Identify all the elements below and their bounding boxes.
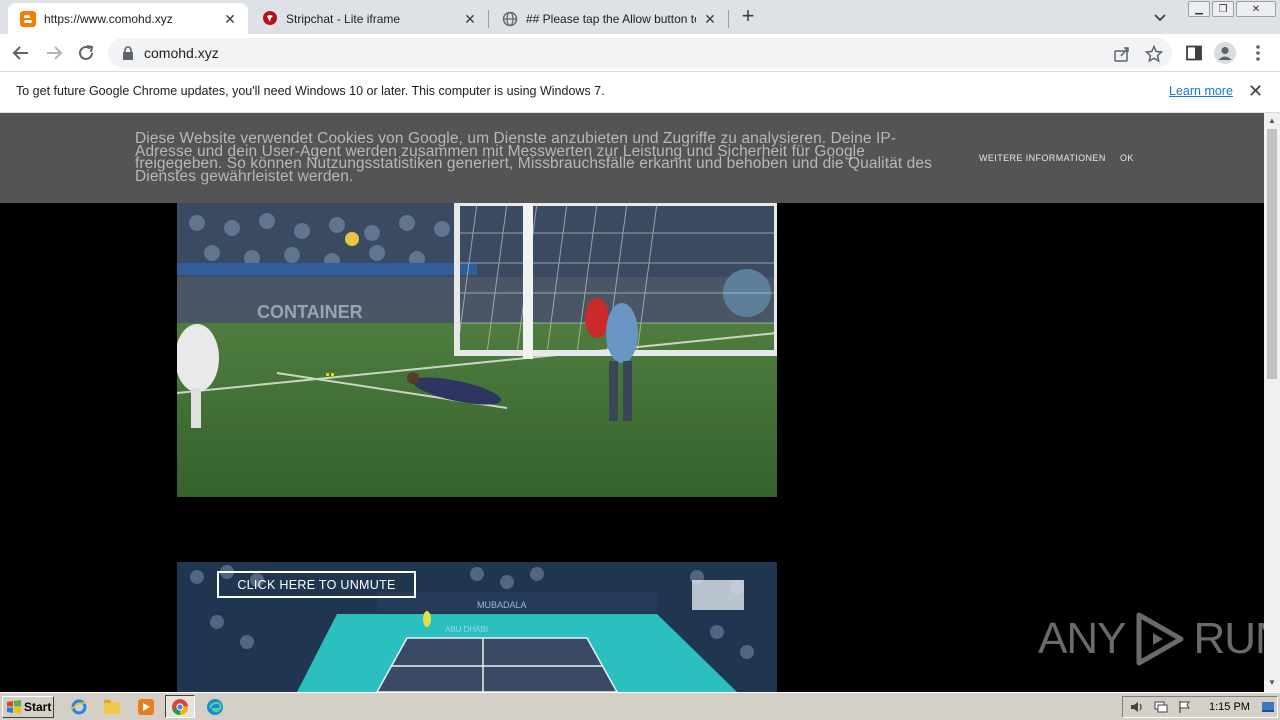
tab-search-chevron-icon[interactable]: [1152, 9, 1168, 25]
share-icon[interactable]: [1113, 45, 1131, 63]
tab-comohd[interactable]: https://www.comohd.xyz ✕: [8, 3, 248, 34]
tab-stripchat[interactable]: Stripchat - Lite iframe ✕: [250, 3, 488, 34]
action-center-flag-icon[interactable]: [1177, 700, 1193, 714]
show-desktop-icon[interactable]: [1261, 700, 1277, 714]
clock[interactable]: 1:15 PM: [1209, 701, 1250, 713]
cookie-banner: Diese Website verwendet Cookies von Goog…: [0, 113, 1264, 203]
page-viewport: CONTAINER MUBADALA ABU DHABI CLICK HERE …: [0, 113, 1264, 692]
start-button[interactable]: Start: [2, 696, 54, 718]
update-infobar: To get future Google Chrome updates, you…: [0, 72, 1280, 113]
windows-logo-icon: [7, 700, 21, 714]
blogger-icon: [20, 10, 36, 27]
new-tab-button[interactable]: +: [738, 5, 758, 27]
anyrun-watermark: ANY RUN: [1038, 609, 1264, 669]
arena-sponsor-text: MUBADALA: [477, 600, 527, 610]
windows-taskbar: Start 1:15 PM: [0, 692, 1280, 720]
page-scrollbar[interactable]: ▲ ▼: [1264, 113, 1280, 692]
url-text: comohd.xyz: [144, 45, 219, 61]
close-window-button[interactable]: ✕: [1236, 1, 1276, 17]
cookie-ok-button[interactable]: OK: [1120, 153, 1134, 163]
play-logo-icon: [1136, 612, 1184, 666]
ie-icon[interactable]: [69, 697, 89, 717]
tab-title: https://www.comohd.xyz: [44, 11, 173, 26]
cookie-text: Diese Website verwendet Cookies von Goog…: [135, 130, 932, 185]
start-label: Start: [24, 700, 52, 714]
minimize-button[interactable]: ▁: [1188, 1, 1210, 17]
edge-icon[interactable]: [205, 697, 225, 717]
tab-title: Stripchat - Lite iframe: [286, 11, 401, 26]
address-bar[interactable]: comohd.xyz: [108, 38, 1172, 68]
watermark-right-text: RUN: [1193, 614, 1264, 663]
scroll-up-arrow-icon[interactable]: ▲: [1268, 117, 1276, 125]
profile-avatar-icon[interactable]: [1214, 42, 1236, 64]
globe-icon: [502, 11, 518, 27]
scrollbar-thumb[interactable]: [1267, 129, 1277, 379]
menu-kebab-icon[interactable]: [1247, 42, 1269, 64]
lock-icon[interactable]: [122, 46, 134, 60]
side-panel-icon[interactable]: [1183, 42, 1205, 64]
network-icon[interactable]: [1153, 700, 1169, 714]
infobar-close-icon[interactable]: ✕: [1248, 81, 1263, 102]
infobar-message: To get future Google Chrome updates, you…: [16, 84, 605, 98]
volume-icon[interactable]: [1129, 700, 1145, 714]
tab-close-icon[interactable]: ✕: [702, 11, 718, 27]
tab-separator: [488, 10, 489, 28]
tab-close-icon[interactable]: ✕: [222, 11, 238, 27]
more-info-button[interactable]: WEITERE INFORMATIONEN: [979, 153, 1106, 163]
browser-toolbar: comohd.xyz: [0, 34, 1280, 72]
media-player-icon[interactable]: [136, 697, 156, 717]
tab-allow[interactable]: ## Please tap the Allow button to c ✕: [490, 3, 728, 34]
system-tray: 1:15 PM: [1122, 696, 1278, 718]
chrome-icon[interactable]: [165, 695, 195, 718]
learn-more-link[interactable]: Learn more: [1169, 84, 1233, 98]
reload-button[interactable]: [75, 42, 97, 64]
stripchat-icon: [262, 10, 278, 27]
watermark-left-text: ANY: [1038, 614, 1126, 663]
window-controls: ▁ ❐ ✕: [1188, 1, 1276, 17]
tab-close-icon[interactable]: ✕: [462, 11, 478, 27]
soccer-video-frame: CONTAINER: [177, 203, 777, 497]
bookmark-star-icon[interactable]: [1144, 44, 1164, 63]
explorer-icon[interactable]: [102, 697, 122, 717]
tab-strip: https://www.comohd.xyz ✕ Stripchat - Lit…: [0, 0, 1280, 34]
scroll-down-arrow-icon[interactable]: ▼: [1268, 679, 1276, 687]
svg-text:CONTAINER: CONTAINER: [257, 302, 363, 322]
forward-button[interactable]: [43, 42, 65, 64]
court-branding-text: ABU DHABI: [445, 625, 488, 634]
tab-separator: [728, 10, 729, 28]
unmute-button[interactable]: CLICK HERE TO UNMUTE: [217, 571, 416, 598]
restore-button[interactable]: ❐: [1212, 1, 1234, 17]
soccer-video[interactable]: CONTAINER: [177, 203, 777, 497]
tennis-video[interactable]: MUBADALA ABU DHABI CLICK HERE TO UNMUTE: [177, 562, 777, 692]
tab-title: ## Please tap the Allow button to c: [526, 11, 696, 26]
back-button[interactable]: [10, 42, 32, 64]
